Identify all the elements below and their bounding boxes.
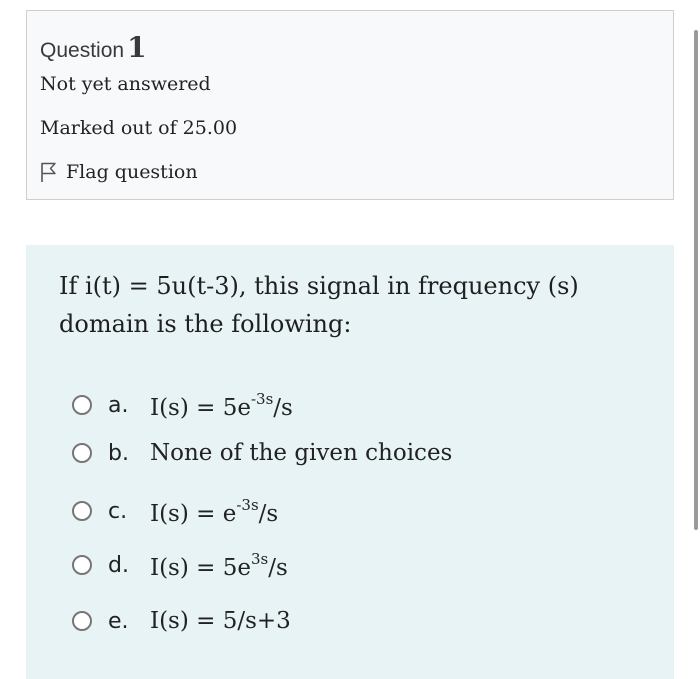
question-content-panel: If i(t) = 5u(t-3), this signal in freque…: [26, 245, 674, 679]
flag-question-button[interactable]: Flag question: [40, 161, 198, 183]
answer-option-e[interactable]: e. I(s) = 5/s+3: [72, 601, 291, 641]
question-marks: Marked out of 25.00: [40, 117, 238, 139]
flag-question-label: Flag question: [66, 161, 198, 183]
answer-option-c[interactable]: c. I(s) = e-3s/s: [72, 491, 278, 531]
question-text: If i(t) = 5u(t-3), this signal in freque…: [59, 272, 579, 338]
question-number: 1: [127, 31, 147, 64]
option-text: I(s) = 5e3s/s: [150, 549, 288, 581]
option-letter: a.: [108, 392, 129, 418]
radio-button[interactable]: [72, 611, 92, 631]
flag-outline-icon: [40, 161, 58, 183]
radio-button[interactable]: [72, 555, 92, 575]
option-text: I(s) = 5e-3s/s: [150, 389, 293, 421]
radio-button[interactable]: [72, 395, 92, 415]
radio-button[interactable]: [72, 501, 92, 521]
answer-option-d[interactable]: d. I(s) = 5e3s/s: [72, 545, 288, 585]
option-letter: d.: [108, 552, 129, 578]
radio-button[interactable]: [72, 443, 92, 463]
vertical-scrollbar[interactable]: [694, 30, 698, 530]
option-text: I(s) = 5/s+3: [150, 608, 291, 634]
option-letter: e.: [108, 608, 129, 634]
question-label: Question: [40, 39, 125, 62]
option-text: None of the given choices: [150, 440, 453, 466]
option-letter: b.: [108, 440, 129, 466]
option-text: I(s) = e-3s/s: [150, 495, 279, 527]
option-letter: c.: [108, 498, 128, 524]
question-status: Not yet answered: [40, 73, 211, 95]
answer-option-b[interactable]: b. None of the given choices: [72, 433, 452, 473]
question-title: Question 1: [40, 31, 147, 64]
answer-option-a[interactable]: a. I(s) = 5e-3s/s: [72, 385, 293, 425]
quiz-page: Question 1 Not yet answered Marked out of…: [0, 0, 700, 679]
question-info-panel: Question 1 Not yet answered Marked out of…: [26, 10, 674, 200]
